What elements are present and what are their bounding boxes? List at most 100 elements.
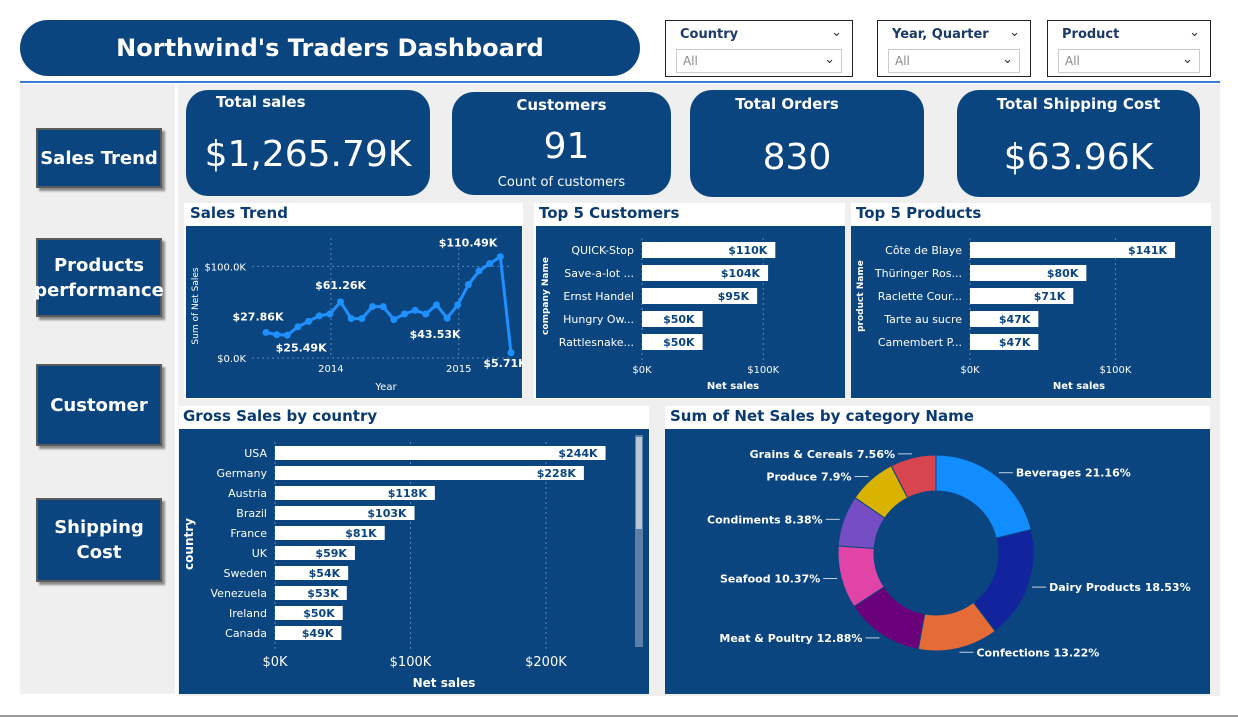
bar-value-label: $80K [1047,267,1079,280]
category-label: Save-a-lot ... [564,267,634,280]
sales-trend-point [422,310,430,318]
product-filter-label: Product [1062,27,1120,42]
bar-value-label: $50K [663,313,695,326]
nav-sales-trend-button[interactable]: Sales Trend [36,128,162,188]
nav-shipping-cost-button[interactable]: Shipping Cost [36,498,162,582]
x-tick-label: $0K [262,655,288,670]
top-customers-chart[interactable]: $0K $100K QUICK-Stop $110K Save-a-lot ... $10… [536,226,845,398]
bar-value-label: $103K [367,507,407,520]
x-tick-label: $100K [390,655,432,670]
donut-slice-label: Grains & Cereals 7.56% [750,448,895,461]
category-panel: Sum of Net Sales by category Name Bevera… [665,406,1210,694]
category-label: Ireland [229,607,267,620]
nav-customer-label: Customer [50,394,148,416]
sales-trend-point [496,253,504,261]
category-label: Thüringer Ros... [874,267,962,280]
bar-value-label: $50K [303,607,335,620]
country-filter[interactable]: Country ⌄ All ⌄ [665,20,853,77]
x-tick-label: 2015 [446,364,471,375]
x-tick-label: $0K [960,365,980,376]
donut-slice-label: Beverages 21.16% [1016,467,1131,480]
sales-trend-data-label: $25.49K [276,342,327,355]
top-products-chart[interactable]: $0K $100K Côte de Blaye $141K Thüringer Ros.… [851,226,1211,398]
x-tick-label: $0K [632,365,652,376]
bar-value-label: $53K [307,587,339,600]
category-label: Brazil [236,507,267,520]
category-label: Camembert P... [878,336,962,349]
nav-shipping-label-line2: Cost [76,542,122,563]
y-tick-label: $0.0K [217,354,246,365]
sales-trend-panel: Sales Trend $0.0K $100.0K 2014 2015 Year Sum … [184,203,527,399]
x-axis-title: Net sales [707,381,759,392]
year-quarter-filter-label: Year, Quarter [892,27,989,42]
sales-trend-point [379,303,387,311]
nav-customer-button[interactable]: Customer [36,364,162,446]
kpi-total-sales-value: $1,265.79K [204,134,412,175]
top-customers-panel: Top 5 Customers $0K $100K QUICK-Stop $110K S… [534,203,845,399]
gross-country-title: Gross Sales by country [183,407,378,425]
category-title: Sum of Net Sales by category Name [670,407,974,425]
sales-trend-point [486,260,494,268]
sales-trend-point [358,315,366,323]
product-filter[interactable]: Product ⌄ All ⌄ [1047,20,1211,77]
bar-value-label: $104K [721,267,761,280]
y-axis-title: Sum of Net Sales [191,267,201,345]
category-label: Rattlesnake... [559,336,634,349]
donut-slice-label: Condiments 8.38% [707,513,823,526]
bar [275,446,606,460]
sidebar: Sales Trend Products performance Custome… [20,84,175,694]
donut-slice-label: Confections 13.22% [976,646,1099,659]
bar-value-label: $71K [1034,290,1066,303]
nav-products-label-line1: Products [53,254,145,276]
category-label: Tarte au sucre [883,313,962,326]
gross-country-chart[interactable]: $0K $100K $200K USA $244K Germany $228K Austria… [179,429,649,694]
sales-trend-plot: $0.0K $100.0K 2014 2015 Year Sum of Net Sales… [186,226,527,398]
year-quarter-select[interactable]: All ⌄ [888,49,1020,73]
sales-trend-point [411,306,419,314]
kpi-shipping-cost: Total Shipping Cost $63.96K [957,90,1200,197]
chevron-down-icon[interactable]: ⌄ [1009,25,1020,40]
category-label: Germany [216,467,267,480]
chevron-down-icon[interactable]: ⌄ [1189,25,1200,40]
category-label: UK [252,547,268,560]
nav-sales-trend-label: Sales Trend [40,147,158,169]
bar-value-label: $50K [663,336,695,349]
sales-trend-data-label: $27.86K [233,310,284,323]
x-tick-label: 2014 [318,364,343,375]
kpi-customers-label: Customers [516,96,607,114]
kpi-customers: Customers 91 Count of customers [452,92,671,195]
y-axis-title: company Name [541,257,551,335]
header-divider [20,81,1220,83]
gross-country-scrollbar-thumb[interactable] [636,437,642,529]
year-quarter-filter[interactable]: Year, Quarter ⌄ All ⌄ [877,20,1031,77]
sales-trend-point [315,312,323,320]
category-label: Hungry Ow... [563,313,634,326]
country-filter-label: Country [680,27,739,42]
category-label: Raclette Cour... [878,290,962,303]
category-donut-chart[interactable]: Beverages 21.16% Dairy Products 18.53% Con… [665,429,1210,694]
top-customers-plot: $0K $100K QUICK-Stop $110K Save-a-lot ... $10… [536,226,845,398]
sales-trend-point [326,310,334,318]
product-select[interactable]: All ⌄ [1058,49,1200,73]
sales-trend-data-label: $5.71K [483,357,522,370]
sales-trend-point [262,328,270,336]
year-quarter-select-value: All [895,54,910,68]
kpi-total-orders: Total Orders 830 [690,90,924,197]
chevron-down-icon: ⌄ [1182,52,1193,67]
bar-value-label: $47K [999,313,1031,326]
sales-trend-chart[interactable]: $0.0K $100.0K 2014 2015 Year Sum of Net Sales… [186,226,527,398]
sales-trend-point [443,314,451,322]
kpi-total-orders-label: Total Orders [735,95,839,113]
bar-value-label: $244K [558,447,598,460]
kpi-shipping-cost-value: $63.96K [1003,137,1154,178]
sales-trend-data-label: $43.53K [410,328,461,341]
sales-trend-point [337,298,345,306]
country-select[interactable]: All ⌄ [676,49,842,73]
bar-value-label: $81K [345,527,377,540]
sales-trend-data-label: $110.49K [439,237,498,250]
chevron-down-icon[interactable]: ⌄ [831,25,842,40]
nav-products-performance-button[interactable]: Products performance [34,238,164,317]
sales-trend-point [369,303,377,311]
sales-trend-point [400,310,408,318]
category-label: France [230,527,267,540]
